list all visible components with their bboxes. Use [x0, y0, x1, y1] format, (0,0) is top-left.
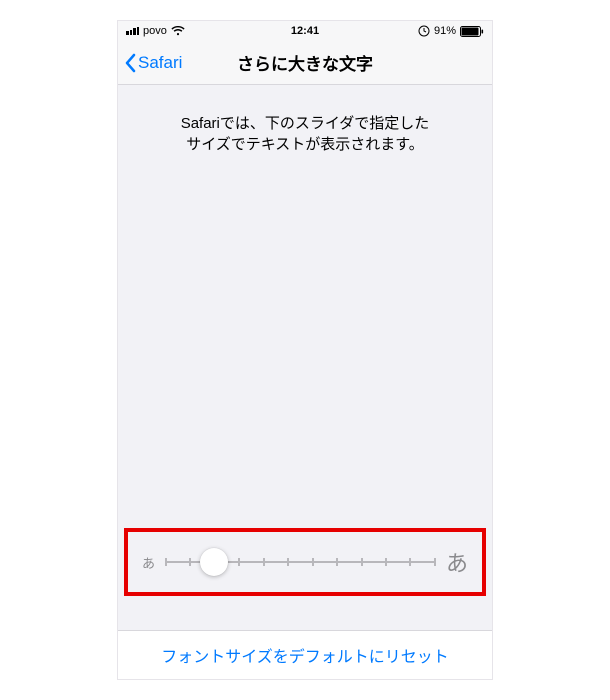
footer-area: フォントサイズをデフォルトにリセット [118, 630, 492, 679]
small-text-icon: あ [142, 553, 155, 572]
back-button[interactable]: Safari [124, 53, 182, 73]
text-size-slider-row: あ あ [124, 528, 486, 596]
chevron-left-icon [124, 53, 136, 73]
description-text: Safariでは、下のスライダで指定した サイズでテキストが表示されます。 [118, 85, 492, 155]
slider-thumb[interactable] [200, 548, 228, 576]
description-line: Safariでは、下のスライダで指定した [181, 115, 430, 132]
clock-label: 12:41 [291, 25, 319, 37]
status-bar: povo 12:41 91% [118, 21, 492, 41]
slider-tick [263, 558, 265, 566]
back-label: Safari [138, 53, 182, 73]
navigation-bar: Safari さらに大きな文字 [118, 41, 492, 85]
slider-tick [189, 558, 191, 566]
signal-bars-icon [126, 27, 139, 36]
carrier-label: povo [143, 25, 167, 37]
slider-tick [434, 558, 436, 566]
slider-tick [287, 558, 289, 566]
slider-tick [238, 558, 240, 566]
wifi-icon [171, 26, 185, 36]
battery-percent-label: 91% [434, 25, 456, 37]
slider-tick [336, 558, 338, 566]
orientation-lock-icon [418, 25, 430, 37]
phone-frame: povo 12:41 91% Safari さらに大きな文字 Safariで [117, 20, 493, 680]
slider-tick [385, 558, 387, 566]
text-size-slider[interactable] [165, 547, 436, 577]
slider-tick [312, 558, 314, 566]
slider-tick [165, 558, 167, 566]
slider-tick [361, 558, 363, 566]
battery-icon [460, 26, 484, 37]
description-line: サイズでテキストが表示されます。 [186, 136, 424, 153]
slider-tick [409, 558, 411, 566]
reset-font-size-button[interactable]: フォントサイズをデフォルトにリセット [118, 631, 492, 679]
large-text-icon: あ [446, 546, 468, 578]
page-title: さらに大きな文字 [237, 50, 373, 75]
content-area: Safariでは、下のスライダで指定した サイズでテキストが表示されます。 あ … [118, 85, 492, 679]
